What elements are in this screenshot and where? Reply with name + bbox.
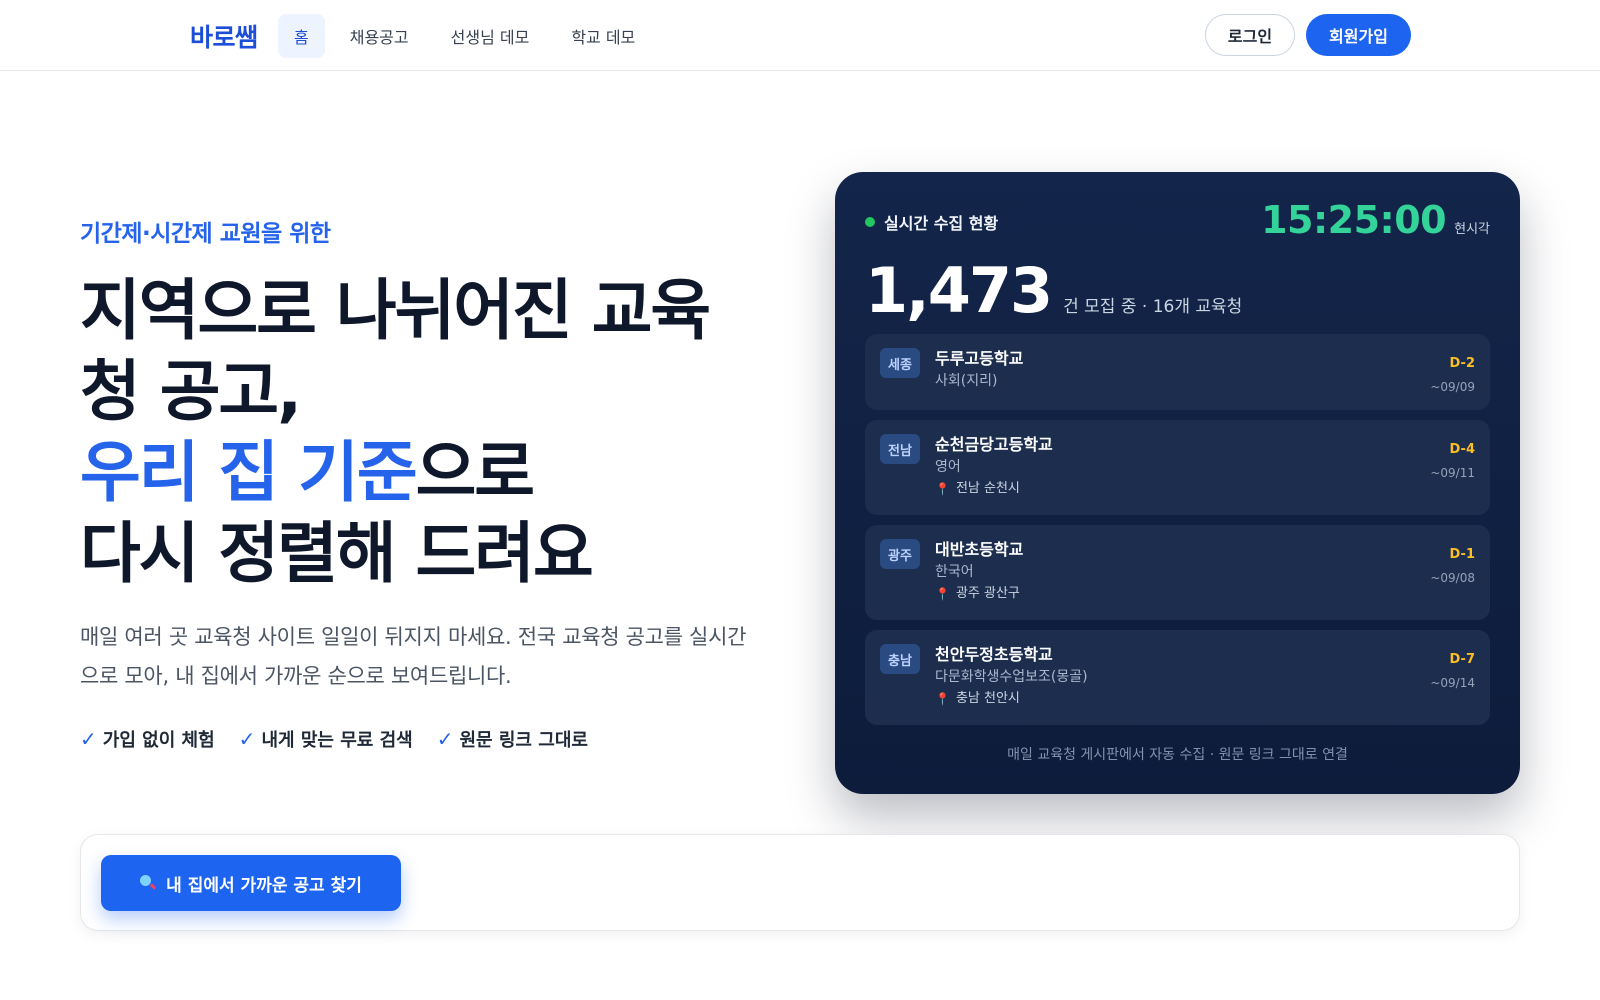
feature-check: ✓ 원문 링크 그대로 (437, 726, 588, 752)
nav-link-teacher-demo[interactable]: 선생님 데모 (434, 14, 547, 58)
deadline-date: ~09/08 (1430, 571, 1475, 585)
headline-highlight: 우리 집 기준 (80, 434, 418, 511)
check-icon: ✓ (80, 727, 97, 751)
nav-actions: 로그인 회원가입 (1205, 14, 1411, 56)
headline-line-1: 지역으로 나뉘어진 교육청 공고, (80, 272, 711, 430)
pin-icon: 📍 (935, 587, 950, 601)
dday-badge: D-7 (1449, 652, 1475, 667)
location: 📍 광주 광산구 (935, 583, 1475, 605)
job-item[interactable]: 광주 대반초등학교 한국어 📍 광주 광산구 D-1 ~09/08 (865, 525, 1490, 620)
live-clock: 15:25:00 현시각 (1261, 198, 1490, 242)
deadline-date: ~09/09 (1430, 380, 1475, 394)
search-icon (140, 875, 156, 891)
feature-check: ✓ 내게 맞는 무료 검색 (239, 726, 413, 752)
nav-link-home[interactable]: 홈 (278, 14, 325, 58)
job-count-text: 건 모집 중 · 16개 교육청 (1063, 297, 1243, 317)
check-icon: ✓ (238, 727, 256, 751)
find-nearby-label: 내 집에서 가까운 공고 찾기 (166, 875, 362, 896)
search-panel: 내 집에서 가까운 공고 찾기 (80, 834, 1520, 931)
live-footer: 매일 교육청 게시판에서 자동 수집 · 원문 링크 그대로 연결 (1007, 747, 1348, 763)
feature-check-label: 내게 맞는 무료 검색 (261, 730, 413, 751)
feature-check-label: 원문 링크 그대로 (459, 730, 588, 751)
dday-badge: D-2 (1449, 356, 1475, 371)
school-name: 두루고등학교 (935, 349, 1024, 368)
region-badge: 광주 (880, 539, 920, 569)
live-dot-icon (865, 217, 875, 227)
live-header: 실시간 수집 현황 (865, 210, 998, 234)
job-item[interactable]: 충남 천안두정초등학교 다문화학생수업보조(몽골) 📍 충남 천안시 D-7 ~0… (865, 630, 1490, 725)
live-title: 실시간 수집 현황 (884, 214, 999, 233)
location: 📍 충남 천안시 (935, 688, 1475, 710)
feature-checks: ✓ 가입 없이 체험 ✓ 내게 맞는 무료 검색 ✓ 원문 링크 그대로 (80, 726, 588, 752)
top-nav: 바로쌤 홈 채용공고 선생님 데모 학교 데모 로그인 회원가입 (0, 0, 1600, 71)
signup-button[interactable]: 회원가입 (1306, 14, 1411, 56)
region-badge: 전남 (880, 434, 920, 464)
nav-link-school-demo[interactable]: 학교 데모 (554, 14, 652, 58)
subject: 사회(지리) (935, 373, 998, 389)
job-list: 세종 두루고등학교 사회(지리) D-2 ~09/09 전남 순천금당고등학교 … (865, 334, 1490, 725)
feature-check-label: 가입 없이 체험 (102, 730, 215, 751)
hero-eyebrow: 기간제·시간제 교원을 위한 (80, 221, 331, 247)
job-count: 1,473 건 모집 중 · 16개 교육청 (865, 254, 1242, 327)
region-badge: 세종 (880, 348, 920, 378)
hero-headline: 지역으로 나뉘어진 교육청 공고, 우리 집 기준으로 다시 정렬해 드려요 (80, 270, 740, 594)
headline-line-3: 다시 정렬해 드려요 (80, 515, 594, 592)
job-item[interactable]: 세종 두루고등학교 사회(지리) D-2 ~09/09 (865, 334, 1490, 410)
deadline-date: ~09/14 (1430, 676, 1475, 690)
subject: 다문화학생수업보조(몽골) (935, 669, 1088, 685)
login-button[interactable]: 로그인 (1205, 14, 1295, 56)
find-nearby-button[interactable]: 내 집에서 가까운 공고 찾기 (101, 855, 401, 911)
clock-time: 15:25:00 (1261, 198, 1447, 242)
nav-links: 홈 채용공고 선생님 데모 학교 데모 (278, 14, 652, 58)
dday-badge: D-4 (1449, 442, 1475, 457)
region-badge: 충남 (880, 644, 920, 674)
subject: 한국어 (935, 564, 974, 580)
dday-badge: D-1 (1449, 547, 1475, 562)
pin-icon: 📍 (935, 482, 950, 496)
school-name: 천안두정초등학교 (935, 645, 1053, 664)
hero-description: 매일 여러 곳 교육청 사이트 일일이 뒤지지 마세요. 전국 교육청 공고를 … (80, 625, 747, 688)
nav-link-jobs[interactable]: 채용공고 (333, 14, 426, 58)
job-item[interactable]: 전남 순천금당고등학교 영어 📍 전남 순천시 D-4 ~09/11 (865, 420, 1490, 515)
deadline-date: ~09/11 (1430, 466, 1475, 480)
job-count-number: 1,473 (865, 254, 1053, 327)
location: 📍 전남 순천시 (935, 478, 1475, 500)
live-status-card: 실시간 수집 현황 15:25:00 현시각 1,473 건 모집 중 · 16… (835, 172, 1520, 794)
subject: 영어 (935, 459, 961, 475)
location-text: 광주 광산구 (955, 586, 1020, 601)
feature-check: ✓ 가입 없이 체험 (80, 726, 215, 752)
school-name: 대반초등학교 (935, 540, 1024, 559)
brand-logo[interactable]: 바로쌤 (190, 18, 258, 54)
check-icon: ✓ (436, 727, 454, 751)
headline-line-2-suffix: 으로 (415, 434, 535, 511)
clock-label: 현시각 (1454, 222, 1490, 237)
pin-icon: 📍 (935, 692, 950, 706)
location-text: 충남 천안시 (955, 691, 1020, 706)
school-name: 순천금당고등학교 (935, 435, 1053, 454)
location-text: 전남 순천시 (955, 481, 1020, 496)
